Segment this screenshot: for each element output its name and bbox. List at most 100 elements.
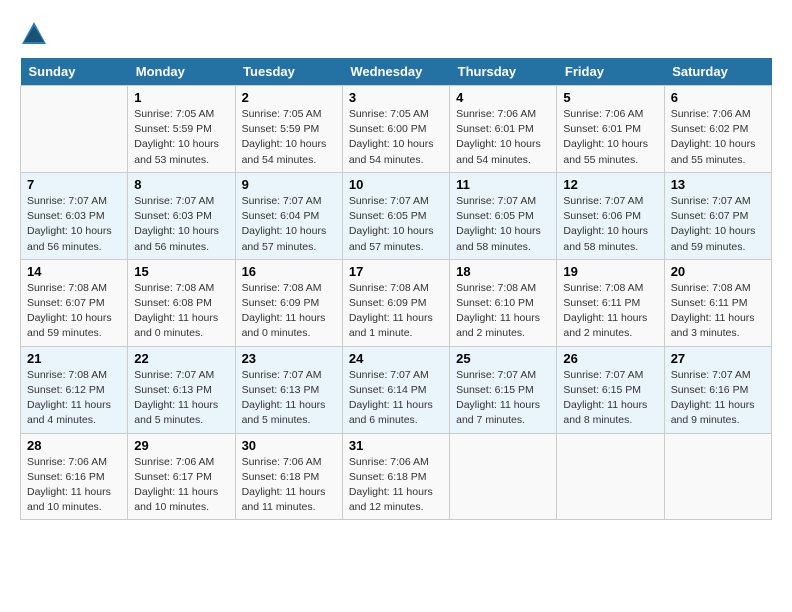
calendar-cell: 1 Sunrise: 7:05 AM Sunset: 5:59 PM Daylig… (128, 86, 235, 173)
day-number: 14 (27, 264, 121, 279)
day-number: 10 (349, 177, 443, 192)
day-number: 21 (27, 351, 121, 366)
calendar-cell: 28 Sunrise: 7:06 AM Sunset: 6:16 PM Dayli… (21, 433, 128, 520)
day-info: Sunrise: 7:07 AM Sunset: 6:05 PM Dayligh… (456, 194, 550, 255)
day-number: 23 (242, 351, 336, 366)
day-info: Sunrise: 7:07 AM Sunset: 6:13 PM Dayligh… (242, 368, 336, 429)
day-info: Sunrise: 7:08 AM Sunset: 6:10 PM Dayligh… (456, 281, 550, 342)
calendar-cell: 13 Sunrise: 7:07 AM Sunset: 6:07 PM Dayli… (664, 172, 771, 259)
calendar-cell (664, 433, 771, 520)
calendar-cell: 2 Sunrise: 7:05 AM Sunset: 5:59 PM Daylig… (235, 86, 342, 173)
day-number: 7 (27, 177, 121, 192)
day-info: Sunrise: 7:07 AM Sunset: 6:13 PM Dayligh… (134, 368, 228, 429)
calendar-cell: 24 Sunrise: 7:07 AM Sunset: 6:14 PM Dayli… (342, 346, 449, 433)
day-info: Sunrise: 7:07 AM Sunset: 6:15 PM Dayligh… (456, 368, 550, 429)
day-info: Sunrise: 7:06 AM Sunset: 6:18 PM Dayligh… (349, 455, 443, 516)
calendar-cell: 31 Sunrise: 7:06 AM Sunset: 6:18 PM Dayli… (342, 433, 449, 520)
calendar-cell: 17 Sunrise: 7:08 AM Sunset: 6:09 PM Dayli… (342, 259, 449, 346)
day-info: Sunrise: 7:05 AM Sunset: 5:59 PM Dayligh… (134, 107, 228, 168)
calendar-cell: 4Sunrise: 7:06 AM Sunset: 6:01 PM Daylig… (450, 86, 557, 173)
day-number: 24 (349, 351, 443, 366)
day-info: Sunrise: 7:08 AM Sunset: 6:09 PM Dayligh… (349, 281, 443, 342)
calendar-cell: 21 Sunrise: 7:08 AM Sunset: 6:12 PM Dayli… (21, 346, 128, 433)
day-number: 9 (242, 177, 336, 192)
day-number: 25 (456, 351, 550, 366)
week-row-3: 14Sunrise: 7:08 AM Sunset: 6:07 PM Dayli… (21, 259, 772, 346)
calendar-cell: 16Sunrise: 7:08 AM Sunset: 6:09 PM Dayli… (235, 259, 342, 346)
day-number: 19 (563, 264, 657, 279)
calendar-cell: 9 Sunrise: 7:07 AM Sunset: 6:04 PM Daylig… (235, 172, 342, 259)
calendar-cell: 11 Sunrise: 7:07 AM Sunset: 6:05 PM Dayli… (450, 172, 557, 259)
day-info: Sunrise: 7:07 AM Sunset: 6:06 PM Dayligh… (563, 194, 657, 255)
day-number: 31 (349, 438, 443, 453)
calendar-cell: 6 Sunrise: 7:06 AM Sunset: 6:02 PM Daylig… (664, 86, 771, 173)
calendar-cell (21, 86, 128, 173)
day-info: Sunrise: 7:07 AM Sunset: 6:16 PM Dayligh… (671, 368, 765, 429)
day-number: 22 (134, 351, 228, 366)
day-info: Sunrise: 7:08 AM Sunset: 6:11 PM Dayligh… (671, 281, 765, 342)
day-number: 15 (134, 264, 228, 279)
calendar-cell: 10 Sunrise: 7:07 AM Sunset: 6:05 PM Dayli… (342, 172, 449, 259)
calendar-cell (450, 433, 557, 520)
day-info: Sunrise: 7:06 AM Sunset: 6:18 PM Dayligh… (242, 455, 336, 516)
weekday-header-row: SundayMondayTuesdayWednesdayThursdayFrid… (21, 58, 772, 86)
day-number: 20 (671, 264, 765, 279)
day-info: Sunrise: 7:06 AM Sunset: 6:01 PM Dayligh… (456, 107, 550, 168)
calendar-cell: 27 Sunrise: 7:07 AM Sunset: 6:16 PM Dayli… (664, 346, 771, 433)
day-info: Sunrise: 7:08 AM Sunset: 6:08 PM Dayligh… (134, 281, 228, 342)
week-row-5: 28 Sunrise: 7:06 AM Sunset: 6:16 PM Dayli… (21, 433, 772, 520)
calendar-cell: 22 Sunrise: 7:07 AM Sunset: 6:13 PM Dayli… (128, 346, 235, 433)
day-number: 26 (563, 351, 657, 366)
day-number: 30 (242, 438, 336, 453)
calendar-cell: 5 Sunrise: 7:06 AM Sunset: 6:01 PM Daylig… (557, 86, 664, 173)
day-number: 1 (134, 90, 228, 105)
calendar-cell: 14Sunrise: 7:08 AM Sunset: 6:07 PM Dayli… (21, 259, 128, 346)
day-number: 6 (671, 90, 765, 105)
week-row-1: 1 Sunrise: 7:05 AM Sunset: 5:59 PM Daylig… (21, 86, 772, 173)
day-info: Sunrise: 7:08 AM Sunset: 6:09 PM Dayligh… (242, 281, 336, 342)
weekday-header-tuesday: Tuesday (235, 58, 342, 86)
calendar-cell: 15 Sunrise: 7:08 AM Sunset: 6:08 PM Dayli… (128, 259, 235, 346)
calendar-cell: 20 Sunrise: 7:08 AM Sunset: 6:11 PM Dayli… (664, 259, 771, 346)
day-info: Sunrise: 7:05 AM Sunset: 6:00 PM Dayligh… (349, 107, 443, 168)
week-row-4: 21 Sunrise: 7:08 AM Sunset: 6:12 PM Dayli… (21, 346, 772, 433)
day-number: 27 (671, 351, 765, 366)
day-info: Sunrise: 7:08 AM Sunset: 6:12 PM Dayligh… (27, 368, 121, 429)
day-number: 12 (563, 177, 657, 192)
day-info: Sunrise: 7:07 AM Sunset: 6:04 PM Dayligh… (242, 194, 336, 255)
calendar-cell: 7 Sunrise: 7:07 AM Sunset: 6:03 PM Daylig… (21, 172, 128, 259)
day-number: 8 (134, 177, 228, 192)
day-info: Sunrise: 7:07 AM Sunset: 6:15 PM Dayligh… (563, 368, 657, 429)
day-number: 29 (134, 438, 228, 453)
weekday-header-sunday: Sunday (21, 58, 128, 86)
weekday-header-monday: Monday (128, 58, 235, 86)
day-info: Sunrise: 7:06 AM Sunset: 6:17 PM Dayligh… (134, 455, 228, 516)
day-info: Sunrise: 7:07 AM Sunset: 6:14 PM Dayligh… (349, 368, 443, 429)
day-info: Sunrise: 7:06 AM Sunset: 6:16 PM Dayligh… (27, 455, 121, 516)
day-info: Sunrise: 7:07 AM Sunset: 6:03 PM Dayligh… (27, 194, 121, 255)
day-number: 3 (349, 90, 443, 105)
day-info: Sunrise: 7:05 AM Sunset: 5:59 PM Dayligh… (242, 107, 336, 168)
day-info: Sunrise: 7:06 AM Sunset: 6:01 PM Dayligh… (563, 107, 657, 168)
weekday-header-saturday: Saturday (664, 58, 771, 86)
day-info: Sunrise: 7:07 AM Sunset: 6:07 PM Dayligh… (671, 194, 765, 255)
calendar-cell: 12 Sunrise: 7:07 AM Sunset: 6:06 PM Dayli… (557, 172, 664, 259)
logo (20, 20, 52, 48)
logo-icon (20, 20, 48, 48)
weekday-header-thursday: Thursday (450, 58, 557, 86)
day-info: Sunrise: 7:07 AM Sunset: 6:03 PM Dayligh… (134, 194, 228, 255)
day-info: Sunrise: 7:06 AM Sunset: 6:02 PM Dayligh… (671, 107, 765, 168)
day-number: 2 (242, 90, 336, 105)
day-info: Sunrise: 7:07 AM Sunset: 6:05 PM Dayligh… (349, 194, 443, 255)
day-number: 17 (349, 264, 443, 279)
calendar-cell: 23 Sunrise: 7:07 AM Sunset: 6:13 PM Dayli… (235, 346, 342, 433)
calendar-cell: 19Sunrise: 7:08 AM Sunset: 6:11 PM Dayli… (557, 259, 664, 346)
day-number: 5 (563, 90, 657, 105)
day-number: 11 (456, 177, 550, 192)
calendar-cell: 29 Sunrise: 7:06 AM Sunset: 6:17 PM Dayli… (128, 433, 235, 520)
calendar-cell: 30 Sunrise: 7:06 AM Sunset: 6:18 PM Dayli… (235, 433, 342, 520)
week-row-2: 7 Sunrise: 7:07 AM Sunset: 6:03 PM Daylig… (21, 172, 772, 259)
calendar-cell (557, 433, 664, 520)
day-number: 28 (27, 438, 121, 453)
day-number: 13 (671, 177, 765, 192)
